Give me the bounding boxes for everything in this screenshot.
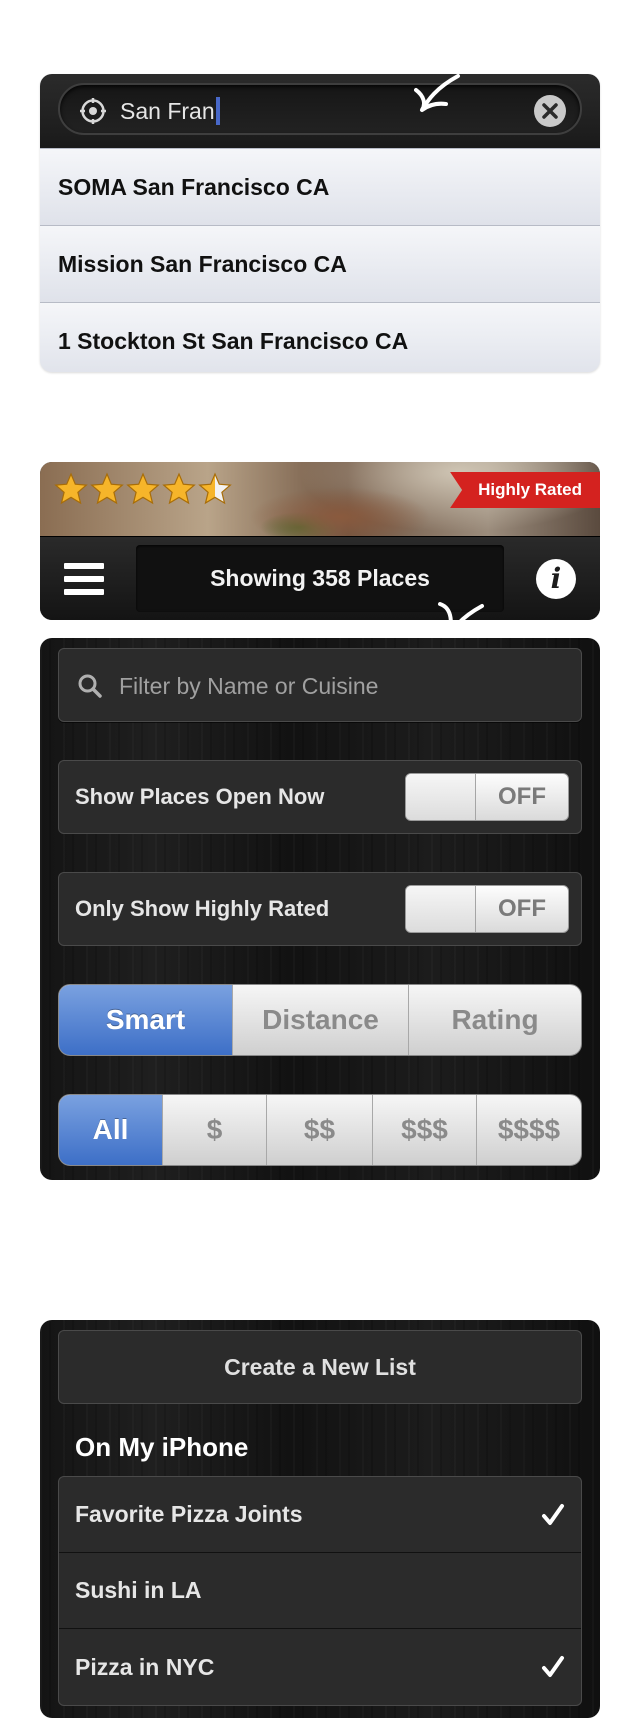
suggestion-item[interactable]: SOMA San Francisco CA [40, 148, 600, 225]
open-now-row: Show Places Open Now OFF [58, 760, 582, 834]
star-rating [54, 472, 232, 506]
switch-knob[interactable] [406, 886, 476, 932]
list-item[interactable]: Favorite Pizza Joints [59, 1477, 581, 1553]
menu-button[interactable] [40, 537, 128, 620]
star-full-icon [162, 472, 196, 505]
sort-segmented-control: Smart Distance Rating [58, 984, 582, 1056]
filter-placeholder: Filter by Name or Cuisine [119, 673, 379, 699]
price-option-1[interactable]: $ [163, 1095, 267, 1165]
info-button[interactable]: i [512, 537, 600, 620]
location-search-field[interactable]: San Fran [58, 83, 582, 135]
switch-state: OFF [498, 895, 546, 922]
star-full-icon [126, 472, 160, 505]
create-new-list-button[interactable]: Create a New List [58, 1330, 582, 1404]
star-full-icon [90, 472, 124, 505]
highly-rated-badge: Highly Rated [450, 472, 600, 508]
price-segmented-control: All $ $$ $$$ $$$$ [58, 1094, 582, 1166]
results-header-card: Highly Rated Showing 358 Places i [40, 462, 600, 620]
suggestion-item[interactable]: 1 Stockton St San Francisco CA [40, 302, 600, 372]
star-half-icon [198, 472, 232, 505]
list-item-label: Pizza in NYC [75, 1653, 215, 1680]
list-group: Favorite Pizza Joints Sushi in LA Pizza … [58, 1476, 582, 1706]
list-item-label: Sushi in LA [75, 1577, 202, 1603]
price-option-all[interactable]: All [59, 1095, 163, 1165]
clear-search-icon[interactable] [534, 95, 566, 127]
locate-icon[interactable] [80, 98, 106, 124]
location-search-panel: San Fran SOMA San Francisco CA Mission S… [40, 74, 600, 372]
list-item[interactable]: Sushi in LA [59, 1553, 581, 1629]
section-title: On My iPhone [75, 1432, 249, 1462]
list-item-label: Favorite Pizza Joints [75, 1501, 303, 1527]
hamburger-menu-icon [64, 562, 104, 595]
checkmark-icon [542, 1503, 564, 1525]
price-option-3[interactable]: $$$ [373, 1095, 477, 1165]
switch-state: OFF [498, 783, 546, 810]
checkmark-icon [542, 1656, 564, 1677]
price-option-4[interactable]: $$$$ [477, 1095, 581, 1165]
restaurant-photo: Highly Rated [40, 462, 600, 536]
star-full-icon [54, 472, 88, 505]
cuisine-filter-input[interactable]: Filter by Name or Cuisine [58, 648, 582, 722]
pointer-arrow-icon [414, 74, 460, 112]
sort-option-rating[interactable]: Rating [409, 985, 581, 1055]
highly-rated-switch[interactable]: OFF [405, 885, 569, 933]
highly-rated-label: Only Show Highly Rated [75, 896, 330, 921]
filter-panel: Filter by Name or Cuisine Show Places Op… [40, 638, 600, 1180]
open-now-switch[interactable]: OFF [405, 773, 569, 821]
lists-panel: Create a New List On My iPhone Favorite … [40, 1320, 600, 1718]
switch-knob[interactable] [406, 774, 476, 820]
open-now-label: Show Places Open Now [75, 784, 325, 809]
text-caret [215, 97, 220, 125]
search-icon [78, 674, 102, 698]
search-query[interactable]: San Fran [120, 98, 215, 125]
highly-rated-row: Only Show Highly Rated OFF [58, 872, 582, 946]
price-option-2[interactable]: $$ [267, 1095, 373, 1165]
info-icon: i [536, 558, 576, 599]
list-item[interactable]: Pizza in NYC [59, 1629, 581, 1705]
search-bar: San Fran [40, 74, 600, 148]
toolbar: Showing 358 Places i [40, 536, 600, 620]
x-icon [542, 103, 558, 119]
sort-option-smart[interactable]: Smart [59, 985, 233, 1055]
sort-option-distance[interactable]: Distance [233, 985, 409, 1055]
suggestion-item[interactable]: Mission San Francisco CA [40, 225, 600, 302]
